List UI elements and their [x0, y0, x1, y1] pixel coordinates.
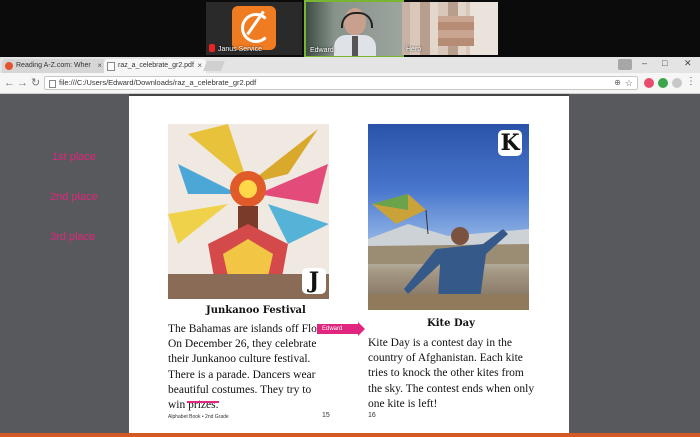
text-line: the sky. The contest ends when only: [368, 382, 535, 395]
extension-icon[interactable]: [658, 78, 668, 88]
zoom-icon[interactable]: ⊕: [614, 77, 621, 89]
new-tab-button[interactable]: [203, 61, 225, 71]
close-tab-icon[interactable]: ×: [197, 59, 202, 73]
letter-badge-k: K: [498, 130, 522, 156]
back-icon[interactable]: ←: [4, 77, 15, 89]
text-line: tries to knock the other kites from: [368, 367, 524, 380]
page-info-icon: [49, 80, 56, 88]
pointer-label: Edward: [322, 326, 343, 332]
text-line: On December 26, they celebrate: [168, 338, 317, 351]
text-line: The Bahamas are islands off Florida.: [168, 323, 338, 335]
participant-tile-edward[interactable]: Edward: [304, 0, 404, 58]
tab-bar: Reading A-Z.com: Wher × raz_a_celebrate_…: [0, 57, 700, 73]
extension-icon[interactable]: [672, 78, 682, 88]
prizes-underline-annotation: [187, 401, 219, 403]
participant-name: Hero: [406, 46, 422, 53]
page-number-right: 16: [368, 412, 376, 419]
text-line: beautiful costumes. They try to: [168, 383, 312, 396]
caption-kite-day: Kite Day: [427, 318, 475, 329]
kite-day-text: Kite Day is a contest day in the country…: [368, 336, 534, 412]
letter-badge-j: J: [302, 268, 326, 294]
junkanoo-photo: J: [168, 124, 329, 299]
caption-junkanoo-festival: Junkanoo Festival: [206, 305, 306, 316]
page-number-left: 15: [322, 412, 330, 419]
minimize-icon[interactable]: –: [642, 58, 647, 68]
url-input[interactable]: file:///C:/Users/Edward/Downloads/raz_a_…: [44, 76, 638, 90]
address-bar-row: ← → ↻ file:///C:/Users/Edward/Downloads/…: [0, 73, 700, 94]
tab-title: Reading A-Z.com: Wher: [16, 62, 91, 69]
annotation-2nd-place: 2nd place: [50, 191, 98, 203]
extension-icon[interactable]: [644, 78, 654, 88]
tab-title: raz_a_celebrate_gr2.pdf: [118, 62, 194, 69]
pdf-viewer[interactable]: 1st place 2nd place 3rd place J K Junkan…: [0, 94, 700, 437]
participant-tile-hero[interactable]: Hero: [402, 2, 498, 55]
text-line: their Junkanoo culture festival.: [168, 353, 311, 366]
text-line: one kite is left!: [368, 397, 438, 410]
forward-icon[interactable]: →: [17, 77, 28, 89]
janus-logo: [232, 6, 276, 50]
blurred-video: [438, 16, 474, 46]
edward-pointer-arrow: Edward: [317, 322, 365, 336]
pdf-page: J K Junkanoo Festival Kite Day The Baham…: [129, 94, 569, 437]
maximize-icon[interactable]: □: [662, 58, 667, 68]
muted-mic-icon: [209, 44, 215, 52]
text-line: Kite Day is a contest day in the: [368, 337, 513, 349]
video-strip: Janus Service Edward Hero: [0, 0, 700, 58]
participant-tile-janus[interactable]: Janus Service: [206, 2, 302, 55]
page-footer: Alphabet Book • 2nd Grade: [168, 414, 229, 420]
document-icon: [107, 62, 115, 71]
menu-icon[interactable]: ⋮: [686, 76, 696, 87]
close-tab-icon[interactable]: ×: [97, 59, 102, 73]
annotation-3rd-place: 3rd place: [50, 231, 96, 243]
text-line: country of Afghanistan. Each kite: [368, 352, 523, 365]
participant-name: Janus Service: [218, 46, 262, 53]
kite-day-photo: K: [368, 124, 529, 310]
profile-icon[interactable]: [618, 59, 632, 70]
annotation-1st-place: 1st place: [52, 151, 97, 163]
text-line: There is a parade. Dancers wear: [168, 368, 316, 381]
reading-az-favicon: [5, 62, 13, 70]
browser-window: Reading A-Z.com: Wher × raz_a_celebrate_…: [0, 57, 700, 437]
taskbar-strip: [0, 433, 700, 437]
tab-pdf[interactable]: raz_a_celebrate_gr2.pdf ×: [104, 59, 206, 73]
close-window-icon[interactable]: ✕: [684, 58, 692, 69]
tab-reading-az[interactable]: Reading A-Z.com: Wher ×: [2, 59, 106, 73]
bookmark-star-icon[interactable]: ☆: [625, 77, 633, 89]
participant-name: Edward: [310, 47, 334, 54]
reload-icon[interactable]: ↻: [31, 77, 40, 89]
junkanoo-text: The Bahamas are islands off Florida. On …: [168, 322, 338, 413]
url-text: file:///C:/Users/Edward/Downloads/raz_a_…: [59, 78, 257, 87]
